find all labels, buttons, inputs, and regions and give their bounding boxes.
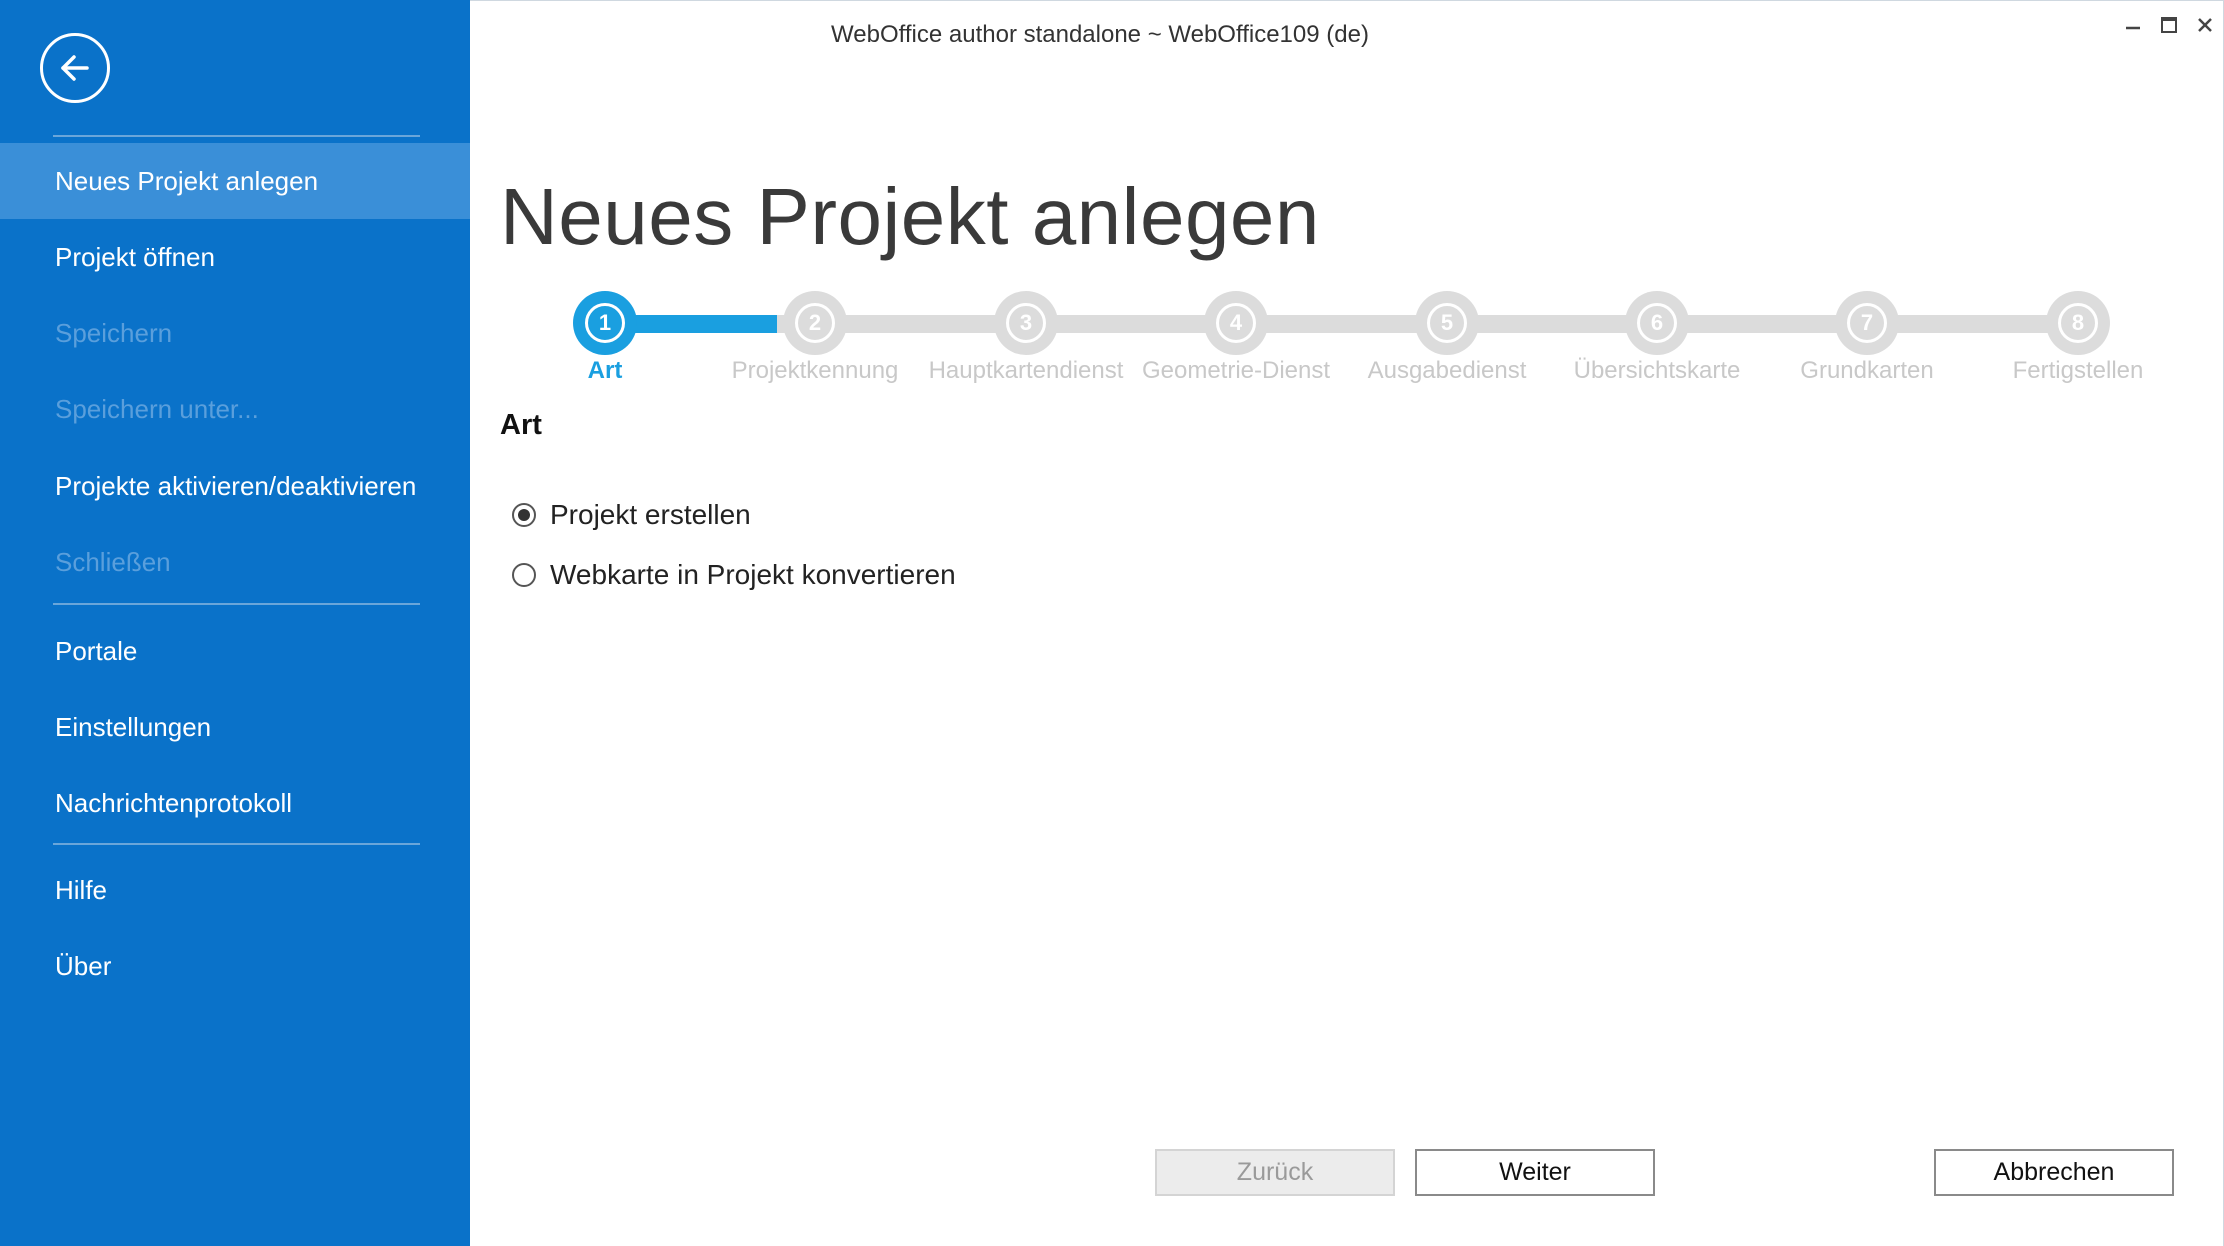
sidebar-item-label: Speichern: [55, 317, 173, 348]
step-circle: 3: [994, 291, 1058, 355]
step-label: Projektkennung: [731, 357, 899, 384]
sidebar-item-hilfe[interactable]: Hilfe: [0, 852, 470, 928]
step-circle: 8: [2046, 291, 2110, 355]
step-circle: 5: [1415, 291, 1479, 355]
step-fertigstellen: 8 Fertigstellen: [1968, 281, 2188, 385]
sidebar-item-schliessen: Schließen: [0, 524, 470, 600]
step-label: Hauptkartendienst: [928, 357, 1124, 384]
step-hauptkartendienst: 3 Hauptkartendienst: [916, 281, 1136, 385]
close-icon: [2198, 18, 2212, 32]
radio-label: Webkarte in Projekt konvertieren: [550, 559, 956, 590]
back-step-button: Zurück: [1155, 1149, 1395, 1196]
step-label: Grundkarten: [1800, 357, 1934, 384]
step-label: Geometrie-Dienst: [1141, 357, 1331, 384]
back-button[interactable]: [40, 33, 110, 103]
step-ausgabedienst: 5 Ausgabedienst: [1337, 281, 1557, 385]
main-panel: WebOffice author standalone ~ WebOffice1…: [470, 0, 2224, 1246]
sidebar-item-einstellungen[interactable]: Einstellungen: [0, 689, 470, 765]
maximize-button[interactable]: [2151, 9, 2187, 41]
sidebar-item-ueber[interactable]: Über: [0, 928, 470, 1004]
sidebar-item-label: Speichern unter...: [55, 393, 259, 424]
step-circle: 6: [1625, 291, 1689, 355]
step-circle: 7: [1835, 291, 1899, 355]
radio-button-unchecked[interactable]: [512, 563, 536, 587]
close-button[interactable]: [2187, 9, 2223, 41]
step-circle: 2: [783, 291, 847, 355]
minimize-button[interactable]: [2115, 9, 2151, 41]
step-grundkarten: 7 Grundkarten: [1757, 281, 1977, 385]
sidebar-item-label: Neues Projekt anlegen: [55, 165, 319, 196]
sidebar-item-projekt-oeffnen[interactable]: Projekt öffnen: [0, 219, 470, 295]
sidebar-item-label: Über: [55, 950, 112, 981]
sidebar-item-neues-projekt[interactable]: Neues Projekt anlegen: [0, 143, 470, 219]
wizard-stepper: 1 Art 2 Projektkennung 3 Hauptkartendien…: [470, 281, 2224, 391]
sidebar-item-label: Hilfe: [55, 874, 108, 905]
step-label: Art: [587, 357, 623, 384]
step-geometrie-dienst: 4 Geometrie-Dienst: [1126, 281, 1346, 385]
option-projekt-erstellen[interactable]: Projekt erstellen: [512, 499, 751, 531]
sidebar-item-projekte-aktivieren[interactable]: Projekte aktivieren/deaktivieren: [0, 448, 470, 524]
step-art: 1 Art: [495, 281, 715, 385]
sidebar-item-label: Schließen: [55, 546, 171, 577]
page-title: Neues Projekt anlegen: [500, 172, 1320, 261]
step-label: Übersichtskarte: [1573, 357, 1741, 384]
step-circle: 1: [573, 291, 637, 355]
window-controls: [2115, 9, 2223, 41]
step-projektkennung: 2 Projektkennung: [705, 281, 925, 385]
arrow-left-icon: [61, 55, 89, 81]
sidebar-item-speichern-unter: Speichern unter...: [0, 371, 470, 447]
sidebar-item-label: Einstellungen: [55, 711, 212, 742]
sidebar-divider: [53, 603, 420, 605]
minimize-icon: [2126, 26, 2140, 30]
step-uebersichtskarte: 6 Übersichtskarte: [1547, 281, 1767, 385]
option-webkarte-konvertieren[interactable]: Webkarte in Projekt konvertieren: [512, 559, 956, 591]
section-heading: Art: [500, 409, 542, 441]
sidebar-divider: [53, 135, 420, 137]
radio-label: Projekt erstellen: [550, 499, 751, 530]
radio-button-checked[interactable]: [512, 503, 536, 527]
sidebar-item-label: Projekt öffnen: [55, 241, 215, 272]
sidebar-divider: [53, 843, 420, 845]
sidebar: Neues Projekt anlegen Projekt öffnen Spe…: [0, 0, 470, 1246]
sidebar-item-portale[interactable]: Portale: [0, 613, 470, 689]
step-label: Ausgabedienst: [1367, 357, 1527, 384]
sidebar-item-nachrichtenprotokoll[interactable]: Nachrichtenprotokoll: [0, 765, 470, 841]
cancel-button[interactable]: Abbrechen: [1934, 1149, 2174, 1196]
sidebar-item-label: Portale: [55, 635, 138, 666]
sidebar-item-label: Projekte aktivieren/deaktivieren: [55, 470, 417, 501]
sidebar-item-label: Nachrichtenprotokoll: [55, 787, 293, 818]
step-label: Fertigstellen: [2012, 357, 2144, 384]
step-circle: 4: [1204, 291, 1268, 355]
next-button[interactable]: Weiter: [1415, 1149, 1655, 1196]
window-title: WebOffice author standalone ~ WebOffice1…: [831, 21, 1369, 48]
sidebar-item-speichern: Speichern: [0, 295, 470, 371]
maximize-icon: [2161, 17, 2177, 33]
